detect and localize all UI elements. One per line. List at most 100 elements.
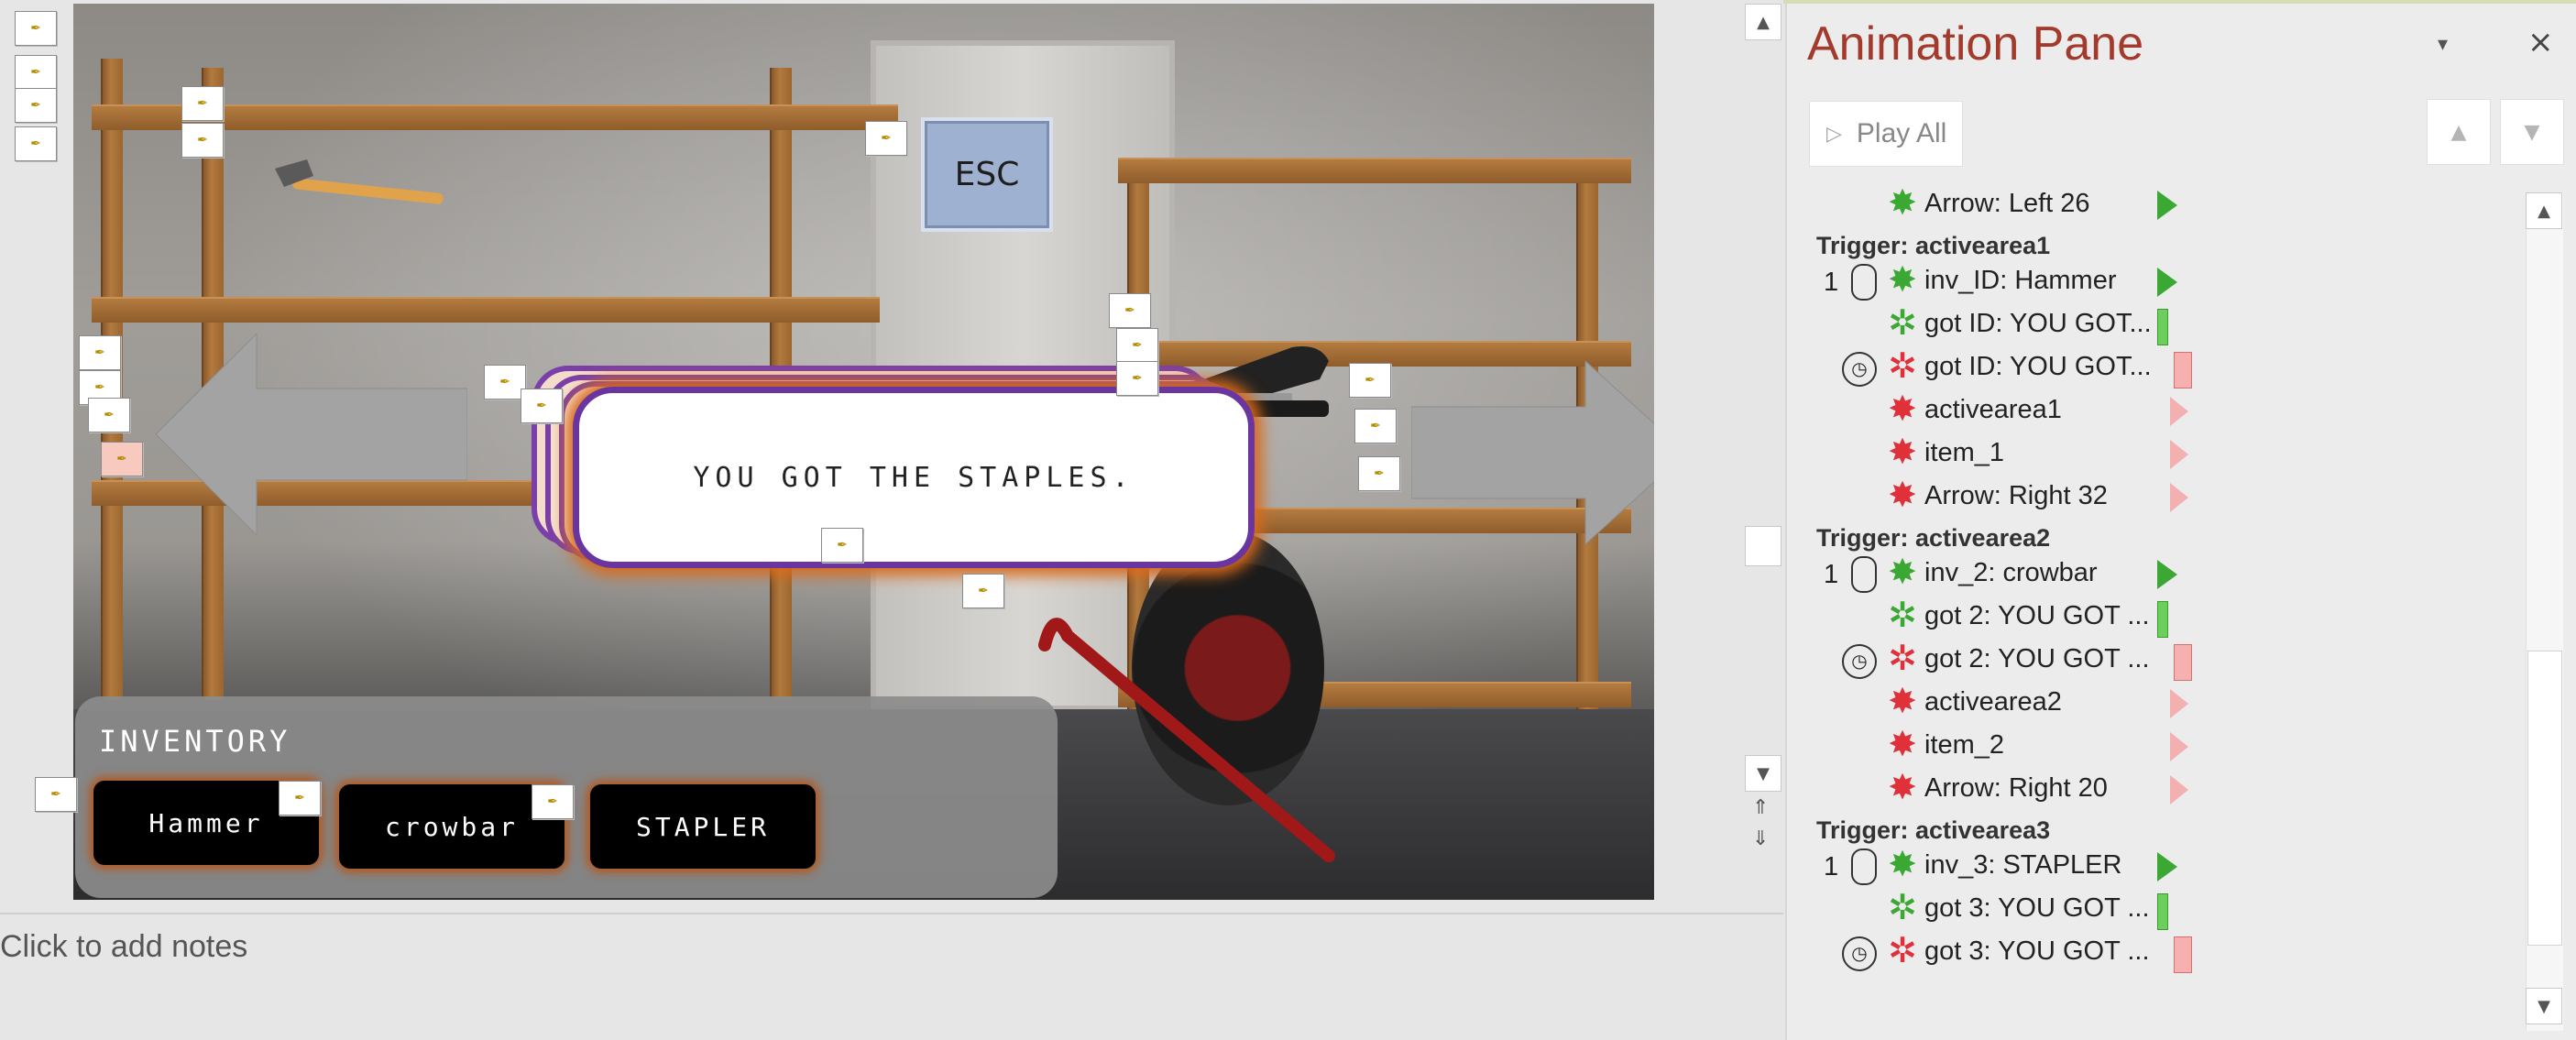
timeline-play-icon [2157,852,2177,881]
animation-label: item_1 [1924,438,2005,467]
exit-effect-icon: ✸ [1888,476,1917,515]
animation-label: item_2 [1924,730,2005,760]
timeline-bar [2157,601,2168,638]
slide-thumb-icon[interactable]: ✒ [15,126,57,161]
play-icon: ▷ [1826,122,1842,145]
hammer-icon[interactable] [266,150,449,224]
slide-canvas[interactable]: ESC YOU GOT THE STAPLES. INVENTORY Hamme… [73,4,1654,900]
animation-row[interactable]: ✲ got ID: YOU GOT... [1809,304,2524,347]
animation-label: Arrow: Right 20 [1924,773,2108,803]
pane-scroll-thumb[interactable] [2527,651,2562,946]
after-previous-icon: ◷ [1842,936,1877,971]
timeline-play-icon [2170,689,2188,718]
animation-row[interactable]: ◷ ✲ got 2: YOU GOT ... [1809,640,2524,683]
trigger-marker-icon[interactable]: ✒ [79,335,121,370]
play-all-button[interactable]: ▷ Play All [1809,101,1963,167]
timeline-play-icon [2170,732,2188,761]
trigger-marker-icon[interactable]: ✒ [1116,361,1158,396]
animation-row[interactable]: ✸ Arrow: Left 26 [1809,184,2524,227]
arrow-right-32[interactable] [1411,361,1654,544]
animation-row[interactable]: ◷ ✲ got 3: YOU GOT ... [1809,932,2524,975]
animation-row[interactable]: ✸ activearea1 [1809,390,2524,433]
animation-label: Arrow: Left 26 [1924,189,2090,218]
entrance-effect-icon: ✸ [1888,184,1917,223]
trigger-marker-icon[interactable]: ✒ [1354,409,1397,443]
animation-label: inv_2: crowbar [1924,558,2098,587]
trigger-marker-icon[interactable]: ✒ [181,123,224,158]
trigger-marker-icon[interactable]: ✒ [88,398,130,432]
trigger-marker-icon[interactable]: ✒ [1116,328,1158,363]
arrow-left-26[interactable] [156,334,467,535]
animation-row[interactable]: ◷ ✲ got ID: YOU GOT... [1809,347,2524,390]
animation-row[interactable]: ✲ got 2: YOU GOT ... [1809,597,2524,640]
notes-placeholder[interactable]: Click to add notes [0,929,247,965]
animation-row[interactable]: ✸ item_1 [1809,433,2524,476]
move-up-button[interactable]: ▲ [2427,99,2491,165]
on-click-icon [1851,556,1877,593]
timeline-bar [2157,309,2168,345]
animation-label: inv_ID: Hammer [1924,266,2117,295]
animation-row[interactable]: ✸ Arrow: Right 32 [1809,476,2524,520]
trigger-marker-icon[interactable]: ✒ [101,442,143,476]
animation-row[interactable]: 1 ✸ inv_2: crowbar [1809,553,2524,597]
exit-effect-icon: ✸ [1888,726,1917,764]
trigger-marker-icon[interactable]: ✒ [821,528,863,563]
trigger-header[interactable]: Trigger: activearea1 [1816,232,2050,260]
slide-thumb-icon[interactable]: ✒ [15,55,57,90]
trigger-marker-icon[interactable]: ✒ [35,777,77,812]
trigger-marker-icon[interactable]: ✒ [865,121,907,156]
entrance-effect-icon: ✲ [1888,304,1917,343]
exit-effect-icon: ✲ [1888,932,1917,970]
entrance-effect-icon: ✸ [1888,553,1917,592]
inventory-stapler-button[interactable]: STAPLER [590,784,816,869]
close-icon[interactable]: × [2527,24,2554,60]
order-number: 1 [1824,560,1839,589]
editor-scrollbar[interactable] [1743,0,1783,797]
after-previous-icon: ◷ [1842,644,1877,679]
previous-slide-icon[interactable]: ⇑ [1752,798,1769,818]
slide-thumb-icon[interactable]: ✒ [15,88,57,123]
timeline-play-icon [2157,268,2177,297]
trigger-header[interactable]: Trigger: activearea2 [1816,524,2050,553]
scroll-up-icon[interactable]: ▲ [1745,4,1781,40]
next-slide-icon[interactable]: ⇓ [1752,829,1769,849]
trigger-marker-icon[interactable]: ✒ [1349,363,1391,398]
pane-scroll-up-icon[interactable]: ▲ [2526,192,2562,229]
animation-label: got ID: YOU GOT... [1924,352,2152,381]
animation-label: activearea2 [1924,687,2062,717]
trigger-header[interactable]: Trigger: activearea3 [1816,816,2050,845]
timeline-bar [2157,893,2168,930]
shelf-board [92,297,880,323]
animation-row[interactable]: ✸ item_2 [1809,726,2524,769]
trigger-marker-icon[interactable]: ✒ [181,86,224,121]
timeline-play-icon [2170,483,2188,512]
pane-options-icon[interactable]: ▾ [2438,33,2448,56]
animation-row[interactable]: ✸ activearea2 [1809,683,2524,726]
scroll-thumb[interactable] [1745,526,1781,566]
got-item-message[interactable]: YOU GOT THE STAPLES. [573,387,1255,568]
timeline-play-icon [2157,560,2177,589]
animation-row[interactable]: ✲ got 3: YOU GOT ... [1809,889,2524,932]
trigger-marker-icon[interactable]: ✒ [1358,456,1400,491]
slide-thumb-icon[interactable]: ✒ [15,11,57,46]
pane-scroll-down-icon[interactable]: ▼ [2526,988,2562,1024]
timeline-bar [2174,644,2192,681]
timeline-bar [2174,352,2192,389]
scroll-down-icon[interactable]: ▼ [1745,755,1781,792]
animation-row[interactable]: ✸ Arrow: Right 20 [1809,769,2524,812]
move-down-button[interactable]: ▼ [2500,99,2564,165]
esc-button[interactable]: ESC [921,117,1053,232]
exit-effect-icon: ✸ [1888,433,1917,472]
trigger-marker-icon[interactable]: ✒ [279,781,321,816]
notes-divider [0,913,1783,914]
timeline-play-icon [2157,191,2177,220]
animation-row[interactable]: 1 ✸ inv_3: STAPLER [1809,846,2524,889]
trigger-marker-icon[interactable]: ✒ [521,389,563,423]
trigger-marker-icon[interactable]: ✒ [532,784,574,819]
animation-row[interactable]: 1 ✸ inv_ID: Hammer [1809,261,2524,304]
trigger-marker-icon[interactable]: ✒ [1109,293,1151,328]
order-number: 1 [1824,852,1839,881]
crowbar-icon[interactable] [1026,608,1338,865]
animation-label: got ID: YOU GOT... [1924,309,2152,338]
trigger-marker-icon[interactable]: ✒ [962,574,1004,608]
